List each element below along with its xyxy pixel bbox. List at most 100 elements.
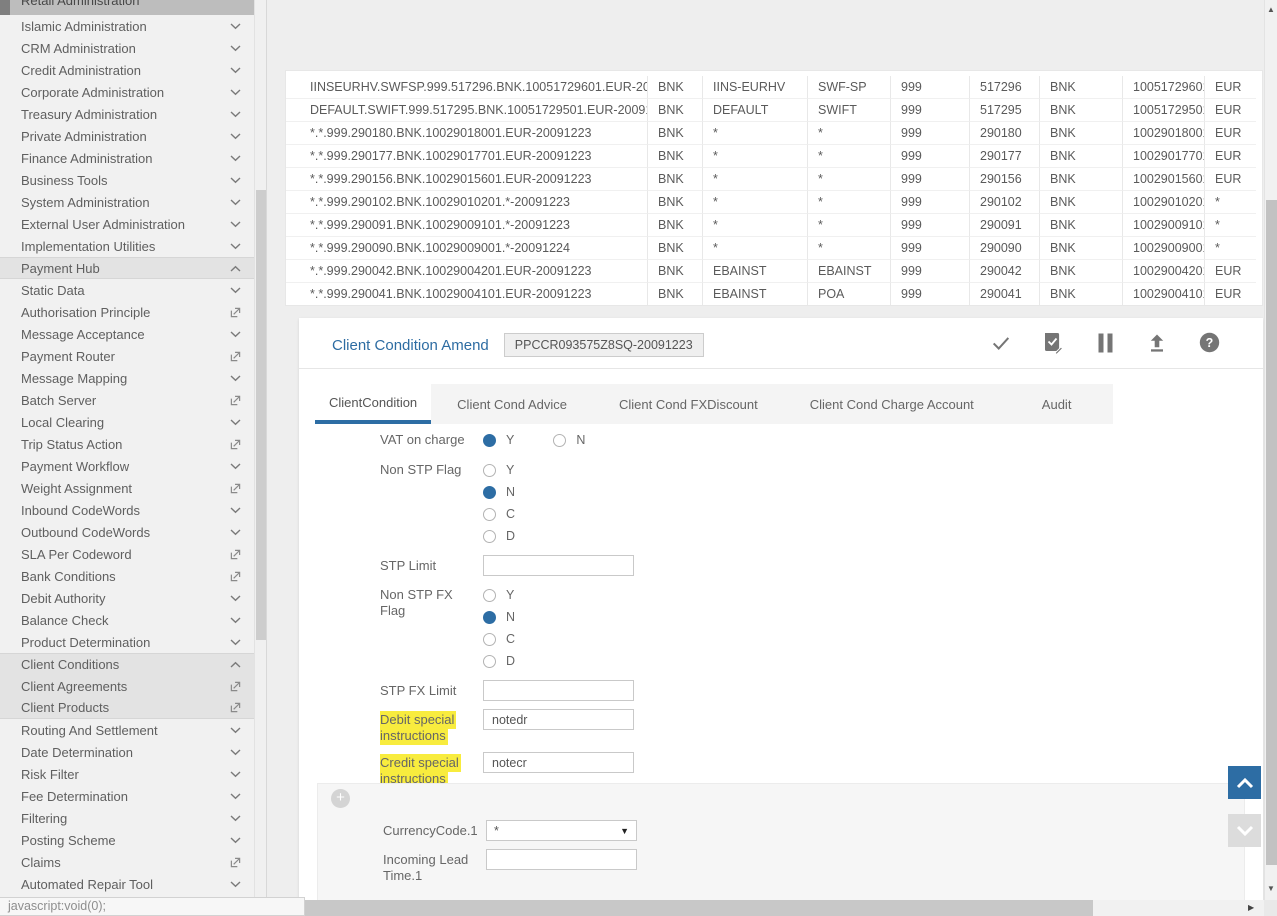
sidebar-item-batch-server[interactable]: Batch Server <box>0 389 266 411</box>
sidebar-item-debit-authority[interactable]: Debit Authority <box>0 587 266 609</box>
sidebar-item-date-determination[interactable]: Date Determination <box>0 741 266 763</box>
sidebar-item-message-mapping[interactable]: Message Mapping <box>0 367 266 389</box>
table-cell: * <box>808 145 891 168</box>
sidebar-item-weight-assignment[interactable]: Weight Assignment <box>0 477 266 499</box>
sidebar-item-authorisation-principle[interactable]: Authorisation Principle <box>0 301 266 323</box>
scroll-to-top-button[interactable] <box>1228 766 1261 799</box>
external-link-icon <box>229 857 242 868</box>
tab-label: Client Cond Charge Account <box>810 397 974 412</box>
sidebar-item-filtering[interactable]: Filtering <box>0 807 266 829</box>
scrollbar-down-arrow-icon[interactable]: ▼ <box>1265 884 1277 893</box>
radio-vat-on-charge-n[interactable]: N <box>553 429 585 451</box>
sidebar-item-claims[interactable]: Claims <box>0 851 266 873</box>
sidebar-scrollbar-thumb[interactable] <box>256 190 266 640</box>
sidebar-item-fee-determination[interactable]: Fee Determination <box>0 785 266 807</box>
sidebar-item-client-products[interactable]: Client Products <box>0 697 266 719</box>
sidebar-item-business-tools[interactable]: Business Tools <box>0 169 266 191</box>
sidebar-item-credit-administration[interactable]: Credit Administration <box>0 59 266 81</box>
sidebar-item-static-data[interactable]: Static Data <box>0 279 266 301</box>
sidebar-item-client-agreements[interactable]: Client Agreements <box>0 675 266 697</box>
table-row[interactable]: IINSEURHV.SWFSP.999.517296.BNK.100517296… <box>286 76 1262 99</box>
field-label: Credit special instructions <box>380 752 476 787</box>
tab-clientcondition[interactable]: ClientCondition <box>315 384 431 424</box>
currency-code-1-select[interactable]: *▼ <box>486 820 637 841</box>
sidebar-item-client-conditions[interactable]: Client Conditions <box>0 653 266 675</box>
table-row[interactable]: *.*.999.290091.BNK.10029009101.*-2009122… <box>286 214 1262 237</box>
sidebar-item-posting-scheme[interactable]: Posting Scheme <box>0 829 266 851</box>
sidebar-item-payment-workflow[interactable]: Payment Workflow <box>0 455 266 477</box>
help-button[interactable]: ? <box>1197 333 1221 357</box>
incoming-lead-time-1-input[interactable] <box>486 849 637 870</box>
chevron-up-icon <box>229 265 242 272</box>
sidebar-item-external-user-administration[interactable]: External User Administration <box>0 213 266 235</box>
radio-non-stp-flag-y[interactable]: Y <box>483 459 515 481</box>
scrollbar-right-arrow-icon[interactable]: ▶ <box>1248 903 1254 912</box>
add-row-button[interactable]: + <box>331 789 350 808</box>
table-row[interactable]: *.*.999.290041.BNK.10029004101.EUR-20091… <box>286 283 1262 306</box>
radio-non-stp-flag-n[interactable]: N <box>483 481 515 503</box>
sidebar-item-product-determination[interactable]: Product Determination <box>0 631 266 653</box>
sidebar-item-islamic-administration[interactable]: Islamic Administration <box>0 15 266 37</box>
vertical-scrollbar-thumb[interactable] <box>1266 200 1277 865</box>
sidebar-item-local-clearing[interactable]: Local Clearing <box>0 411 266 433</box>
table-cell: 517295 <box>970 99 1040 122</box>
sidebar-item-sla-per-codeword[interactable]: SLA Per Codeword <box>0 543 266 565</box>
radio-non-stp-fx-flag-y[interactable]: Y <box>483 584 515 606</box>
table-row[interactable]: *.*.999.290042.BNK.10029004201.EUR-20091… <box>286 260 1262 283</box>
sidebar-item-risk-filter[interactable]: Risk Filter <box>0 763 266 785</box>
sidebar-item-finance-administration[interactable]: Finance Administration <box>0 147 266 169</box>
sidebar-item-balance-check[interactable]: Balance Check <box>0 609 266 631</box>
table-row[interactable]: *.*.999.290102.BNK.10029010201.*-2009122… <box>286 191 1262 214</box>
upload-button[interactable] <box>1145 333 1169 357</box>
sidebar-item-bank-conditions[interactable]: Bank Conditions <box>0 565 266 587</box>
sidebar-item-system-administration[interactable]: System Administration <box>0 191 266 213</box>
horizontal-scrollbar-thumb[interactable] <box>305 900 1093 916</box>
approve-button[interactable] <box>989 333 1013 357</box>
tab-client-cond-fxdiscount[interactable]: Client Cond FXDiscount <box>593 384 784 424</box>
table-row[interactable]: *.*.999.290180.BNK.10029018001.EUR-20091… <box>286 122 1262 145</box>
sidebar-item-crm-administration[interactable]: CRM Administration <box>0 37 266 59</box>
sidebar-item-label: CRM Administration <box>21 41 229 56</box>
tab-client-cond-advice[interactable]: Client Cond Advice <box>431 384 593 424</box>
table-cell: EUR <box>1205 76 1256 99</box>
sidebar-item-private-administration[interactable]: Private Administration <box>0 125 266 147</box>
sidebar-item-trip-status-action[interactable]: Trip Status Action <box>0 433 266 455</box>
sidebar-item-message-acceptance[interactable]: Message Acceptance <box>0 323 266 345</box>
radio-vat-on-charge-y[interactable]: Y <box>483 429 514 451</box>
radio-non-stp-flag-d[interactable]: D <box>483 525 515 547</box>
scrollbar-up-arrow-icon[interactable]: ▲ <box>1265 5 1277 14</box>
table-row[interactable]: *.*.999.290090.BNK.10029009001.*-2009122… <box>286 237 1262 260</box>
radio-option-label: N <box>506 485 515 499</box>
radio-non-stp-fx-flag-n[interactable]: N <box>483 606 515 628</box>
sidebar-item-corporate-administration[interactable]: Corporate Administration <box>0 81 266 103</box>
radio-non-stp-fx-flag-d[interactable]: D <box>483 650 515 672</box>
sidebar-item-outbound-codewords[interactable]: Outbound CodeWords <box>0 521 266 543</box>
external-link-icon <box>229 307 242 318</box>
sidebar-item-inbound-codewords[interactable]: Inbound CodeWords <box>0 499 266 521</box>
sidebar-item-payment-router[interactable]: Payment Router <box>0 345 266 367</box>
credit-special-instructions-input[interactable] <box>483 752 634 773</box>
sidebar-item-treasury-administration[interactable]: Treasury Administration <box>0 103 266 125</box>
table-cell: * <box>808 214 891 237</box>
sidebar-item-retail-administration[interactable]: Retail Administration <box>0 0 266 15</box>
scroll-to-bottom-button[interactable] <box>1228 814 1261 847</box>
vertical-scrollbar[interactable]: ▲ ▼ <box>1264 0 1277 900</box>
sidebar-item-implementation-utilities[interactable]: Implementation Utilities <box>0 235 266 257</box>
debit-special-instructions-input[interactable] <box>483 709 634 730</box>
sidebar-scrollbar[interactable] <box>254 0 266 900</box>
suspend-button[interactable] <box>1093 333 1117 357</box>
table-row[interactable]: *.*.999.290177.BNK.10029017701.EUR-20091… <box>286 145 1262 168</box>
radio-non-stp-flag-c[interactable]: C <box>483 503 515 525</box>
sidebar-item-payment-hub[interactable]: Payment Hub <box>0 257 266 279</box>
table-row[interactable]: DEFAULT.SWIFT.999.517295.BNK.10051729501… <box>286 99 1262 122</box>
radio-non-stp-fx-flag-c[interactable]: C <box>483 628 515 650</box>
stp-fx-limit-input[interactable] <box>483 680 634 701</box>
validate-button[interactable] <box>1041 333 1065 357</box>
sidebar-item-routing-and-settlement[interactable]: Routing And Settlement <box>0 719 266 741</box>
table-row[interactable]: *.*.999.290156.BNK.10029015601.EUR-20091… <box>286 168 1262 191</box>
tab-client-cond-charge-account[interactable]: Client Cond Charge Account <box>784 384 1000 424</box>
sidebar-item-automated-repair-tool[interactable]: Automated Repair Tool <box>0 873 266 895</box>
stp-limit-input[interactable] <box>483 555 634 576</box>
tab-audit[interactable]: Audit <box>1000 384 1114 424</box>
table-cell: EBAINST <box>703 260 808 283</box>
